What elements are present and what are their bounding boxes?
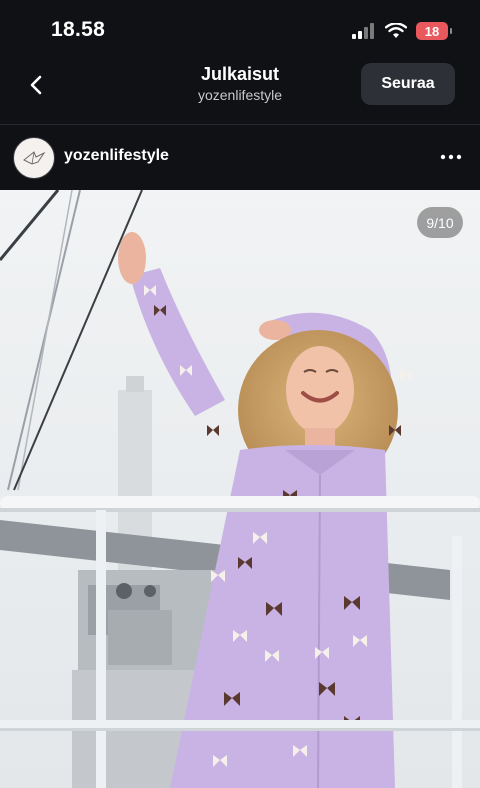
follow-button[interactable]: Seuraa: [361, 63, 455, 105]
status-time: 18.58: [51, 18, 106, 41]
battery-icon: 18: [416, 22, 452, 40]
crane-logo-icon: [15, 139, 53, 177]
photo-illustration: [0, 190, 480, 788]
post-header: yozenlifestyle: [0, 125, 480, 190]
status-icons: 18: [352, 20, 452, 42]
status-bar: 18.58 18: [0, 0, 480, 60]
top-navigation: Julkaisut yozenlifestyle Seuraa: [0, 60, 480, 124]
more-horizontal-icon[interactable]: [439, 149, 463, 165]
image-counter: 9/10: [417, 207, 463, 238]
battery-level: 18: [424, 23, 440, 39]
wifi-icon: [385, 23, 407, 38]
avatar[interactable]: [13, 137, 55, 179]
post-username[interactable]: yozenlifestyle: [64, 147, 169, 165]
cellular-signal-icon: [352, 23, 374, 39]
post-image[interactable]: 9/10: [0, 190, 480, 788]
